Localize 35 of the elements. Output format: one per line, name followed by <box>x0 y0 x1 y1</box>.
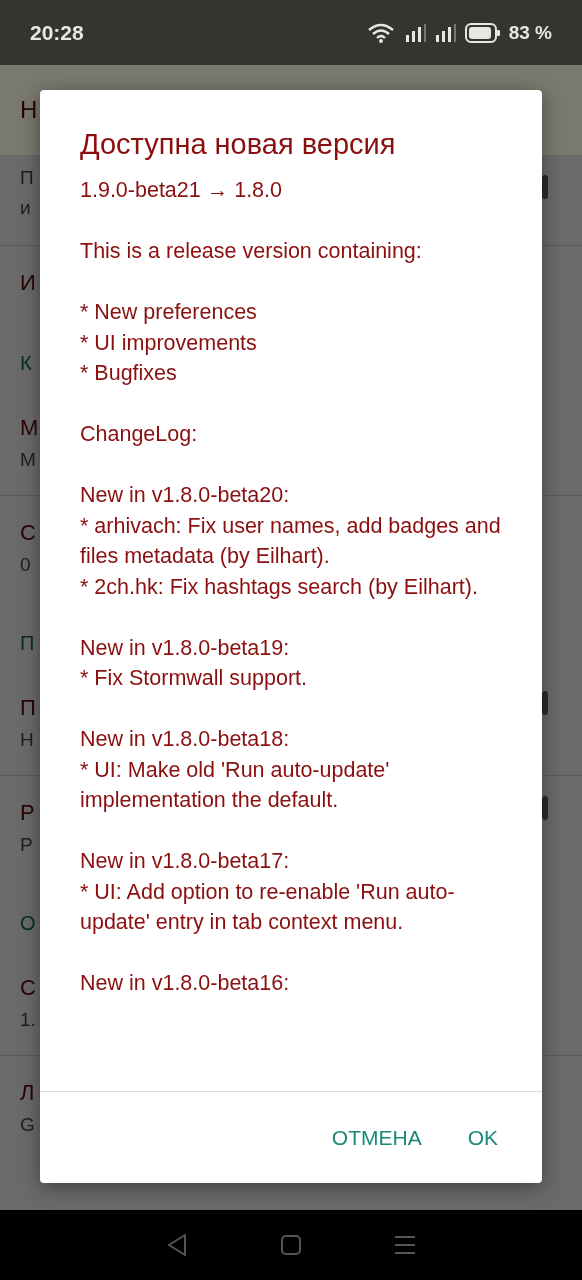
app-bar-title: Н <box>20 96 38 124</box>
status-time: 20:28 <box>30 20 84 45</box>
back-icon[interactable] <box>166 1233 188 1257</box>
setting-summary: М <box>20 448 36 472</box>
setting-summary: Н <box>20 728 34 752</box>
version-text: 1.9.0-beta21 → 1.8.0 <box>80 177 283 204</box>
setting-summary: 1. <box>20 1008 36 1032</box>
setting-summary: 0 <box>20 553 31 577</box>
signal-icon <box>434 23 457 42</box>
menu-icon[interactable] <box>394 1234 416 1256</box>
setting-summary: и <box>20 196 31 220</box>
home-icon[interactable] <box>280 1234 302 1256</box>
category-header: О <box>20 912 36 935</box>
setting-title: С <box>20 519 36 547</box>
setting-summary: Р <box>20 833 33 857</box>
setting-title: И <box>20 269 36 297</box>
setting-title: М <box>20 414 39 442</box>
changelog-text: This is a release version containing: * New preferences * UI improvements * Bugfixes ChangeLog: New in v1.8.0-beta20: * arhivach: Fix user names, add badges and files metadata (by Eilhart). * 2ch.hk: Fix hashtags search (by Eilhart). New in v1.8.0-beta19: * Fix Stormwall support. New in v1.8.0-beta18: * UI: Make old 'Run auto-update' implementation the default. New in v1.8.0-beta17: * UI: Add option to re-enable 'Run auto-update' entry in tab context menu. New in v1.8.0-beta16: <box>80 238 502 997</box>
category-header: П <box>20 632 35 655</box>
dialog-button[interactable]: OK <box>451 1117 514 1158</box>
setting-title: Л <box>20 1079 35 1107</box>
switch-edge[interactable] <box>542 691 548 715</box>
category-header: К <box>20 352 32 375</box>
dialog-title: Доступна новая версия <box>79 127 397 161</box>
dialog-button[interactable]: ОТМЕНА <box>315 1117 438 1158</box>
signal-icon <box>404 23 427 42</box>
setting-title: П <box>20 694 36 722</box>
setting-title: С <box>20 974 36 1002</box>
switch-edge[interactable] <box>542 796 548 820</box>
battery-percent: 83 % <box>508 21 552 44</box>
setting-title: Р <box>20 799 35 827</box>
setting-summary: G <box>20 1113 35 1137</box>
battery-icon <box>464 22 501 43</box>
switch-edge[interactable] <box>542 175 548 199</box>
setting-summary: П <box>20 166 34 190</box>
